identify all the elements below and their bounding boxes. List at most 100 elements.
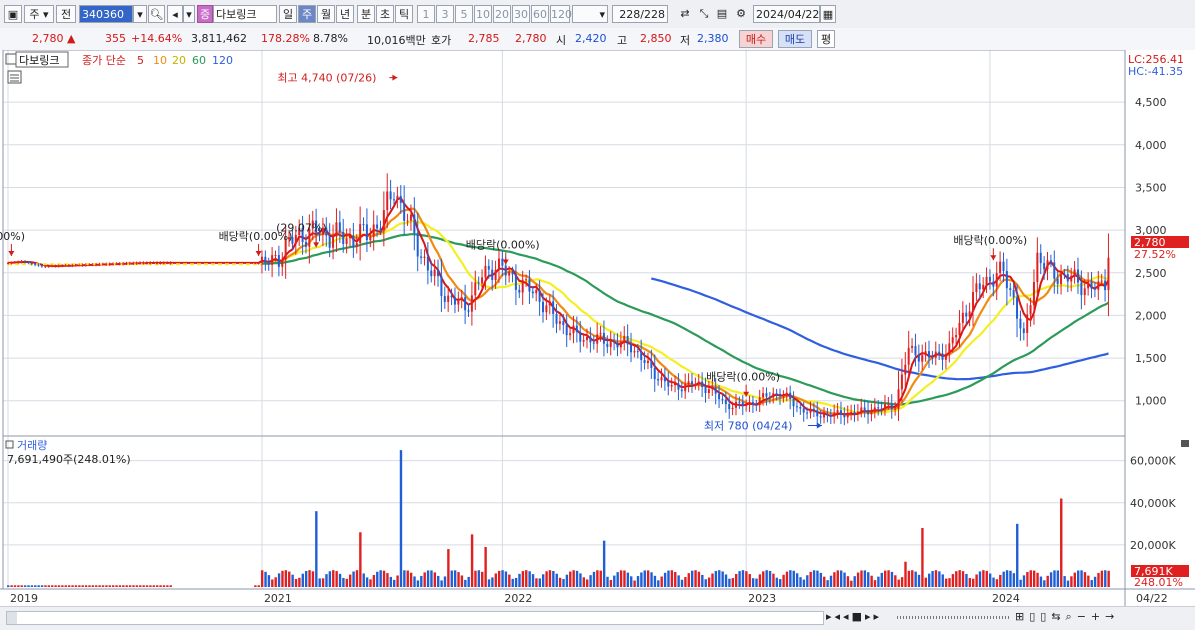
volume-bar — [169, 585, 172, 587]
sound-dropdown-icon[interactable]: ▾ — [183, 5, 195, 23]
volume-bar — [609, 580, 613, 587]
date-label: 2023 — [748, 592, 776, 605]
volume-bar — [538, 578, 542, 587]
volume-tick-label: 20,000K — [1130, 539, 1176, 552]
volume-bar — [1026, 571, 1029, 587]
interval-3[interactable]: 3 — [436, 5, 454, 23]
volume-bar — [836, 570, 839, 587]
sell-button[interactable]: 매도 — [778, 30, 812, 48]
prev-button[interactable]: 전 — [56, 5, 76, 23]
volume-bar — [552, 571, 555, 587]
candle-body — [569, 333, 572, 336]
volume-bar — [345, 578, 349, 587]
volume-bar — [785, 571, 789, 587]
candle-body — [758, 397, 761, 405]
candle-body — [992, 281, 995, 287]
volume-bar — [514, 577, 518, 587]
candle-body — [497, 258, 500, 270]
candle-body — [728, 404, 731, 410]
candle-body — [619, 341, 622, 348]
candle-body — [812, 408, 815, 411]
volume-bar — [873, 580, 877, 587]
sound-icon[interactable]: ◂ — [167, 5, 183, 23]
volume-bar — [558, 577, 562, 587]
volume-bar — [20, 585, 23, 587]
volume-bar — [460, 575, 464, 587]
crosshair-icon[interactable]: ⤡ — [696, 5, 712, 23]
chart-menu-icon[interactable]: ▣ — [4, 5, 22, 23]
candle-body — [1073, 269, 1076, 276]
volume-bar — [372, 575, 376, 587]
volume-bar — [921, 528, 924, 587]
interval-1[interactable]: 1 — [417, 5, 435, 23]
candle-body — [741, 402, 744, 407]
zoom-slider[interactable] — [897, 616, 1009, 619]
candle-body — [823, 414, 826, 418]
candle-body — [122, 263, 125, 265]
volume-bar — [562, 578, 565, 587]
candle-body — [900, 374, 903, 390]
scroll-left-icon[interactable] — [7, 612, 17, 624]
code-dropdown-icon[interactable]: ▾ — [133, 5, 147, 23]
candle-body — [359, 224, 362, 243]
volume-bar — [853, 576, 856, 587]
candle-body — [799, 407, 802, 409]
date-field[interactable]: 2024/04/22 — [753, 5, 820, 23]
candle-body — [978, 283, 981, 290]
candle-body — [1107, 257, 1110, 291]
stock-code-input[interactable]: 340360 — [79, 5, 133, 23]
interval-20[interactable]: 20 — [493, 5, 511, 23]
volume-bar — [115, 585, 118, 587]
volume-bar — [274, 577, 277, 587]
period-week[interactable]: 주 — [298, 5, 316, 23]
eval-button[interactable]: 평 — [817, 30, 835, 48]
candle-body — [328, 235, 331, 248]
scroll-track[interactable] — [6, 611, 824, 625]
interval-10[interactable]: 10 — [474, 5, 492, 23]
candle-body — [860, 407, 863, 412]
playback-controls[interactable]: ▸◂◂■▸▸ — [826, 610, 882, 623]
stock-chart[interactable]: 4,5004,0003,5003,0002,5002,0001,5001,000… — [0, 50, 1195, 606]
buy-button[interactable]: 매수 — [739, 30, 773, 48]
calendar-icon[interactable]: ▦ — [820, 5, 836, 23]
period-month[interactable]: 월 — [317, 5, 335, 23]
save-icon[interactable]: ▤ — [714, 5, 730, 23]
volume-bar — [1060, 498, 1063, 587]
interval-5[interactable]: 5 — [455, 5, 473, 23]
market-select[interactable]: 주 ▾ — [24, 5, 54, 23]
candle-body — [281, 259, 284, 267]
candle-body — [870, 411, 873, 415]
candle-body — [541, 301, 544, 313]
interval-60[interactable]: 60 — [531, 5, 549, 23]
candle-body — [51, 266, 54, 268]
candle-body — [430, 270, 433, 277]
data-count[interactable]: 228/228 — [612, 5, 668, 23]
period-year[interactable]: 년 — [336, 5, 354, 23]
candle-body — [924, 351, 927, 356]
interval-120[interactable]: 120 — [550, 5, 572, 23]
candle-body — [988, 276, 991, 282]
volume-bar — [494, 573, 497, 587]
interval-30[interactable]: 30 — [512, 5, 530, 23]
candle-body — [819, 416, 822, 418]
zoom-controls[interactable]: ⊞▯▯⇆⌕−+→ — [1015, 610, 1119, 624]
search-icon[interactable]: 🔍︎ — [148, 5, 165, 23]
price-tick-label: 4,000 — [1135, 139, 1167, 152]
volume-bar — [657, 580, 660, 587]
period-second[interactable]: 초 — [376, 5, 394, 23]
volume-pane-close-icon[interactable] — [1181, 440, 1189, 447]
custom-interval-select[interactable]: ▾ — [572, 5, 608, 23]
period-tick[interactable]: 틱 — [395, 5, 413, 23]
settings-gear-icon[interactable]: ⚙ — [732, 5, 750, 23]
candle-body — [342, 231, 345, 244]
candle-body — [1002, 261, 1005, 272]
volume-bar — [67, 585, 71, 587]
candle-body — [999, 261, 1002, 274]
sync-icon[interactable]: ⇄ — [676, 5, 694, 23]
candle-body — [850, 411, 853, 414]
volume-bar — [84, 585, 88, 587]
period-minute[interactable]: 분 — [357, 5, 375, 23]
volume-bar — [264, 571, 267, 587]
volume-bar — [586, 579, 589, 587]
period-day[interactable]: 일 — [279, 5, 297, 23]
